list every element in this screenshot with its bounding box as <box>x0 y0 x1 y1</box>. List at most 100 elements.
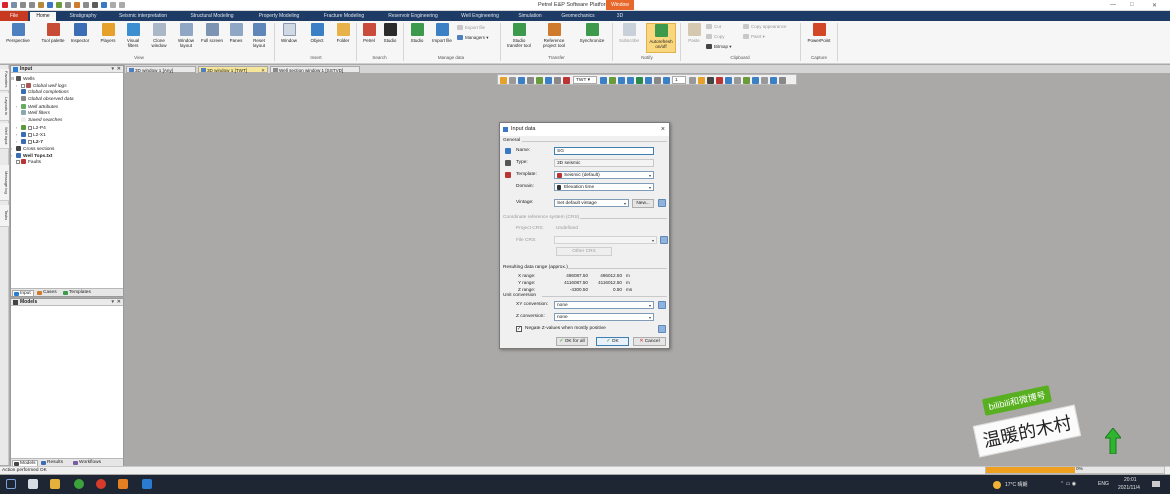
xy-help-icon[interactable] <box>658 301 666 309</box>
app-green-icon[interactable] <box>74 479 84 489</box>
tree-item-well-tops[interactable]: › Well Tops.txt <box>11 152 123 159</box>
subscribe-button[interactable]: Subscribe <box>617 23 641 43</box>
tree-item-saved-searches[interactable]: Saved searches <box>11 117 123 124</box>
paint-button[interactable]: Paint ▾ <box>743 34 765 40</box>
copy-button[interactable]: Copy <box>706 34 725 40</box>
tab-cases[interactable]: Cases <box>36 290 61 296</box>
negate-checkbox[interactable]: ✓ <box>516 326 522 332</box>
checkbox[interactable] <box>21 83 25 88</box>
background-icon[interactable] <box>734 77 741 84</box>
cut-button[interactable]: Cut <box>706 24 721 30</box>
name-input[interactable]: SG <box>554 147 654 155</box>
front-view-icon[interactable] <box>663 77 670 84</box>
side-tab-tasks[interactable]: Tasks <box>0 205 9 227</box>
pin-icon[interactable]: ▾ <box>111 66 114 73</box>
tab-stratigraphy[interactable]: Stratigraphy <box>60 12 106 21</box>
object-button[interactable]: Object <box>305 23 329 43</box>
tab-seismic-interpretation[interactable]: Seismic interpretation <box>110 12 176 21</box>
export-view-icon[interactable] <box>770 77 777 84</box>
players-button[interactable]: Players <box>96 23 120 43</box>
inspector-button[interactable]: Inspector <box>68 23 92 43</box>
powerpoint-button[interactable]: PowerPoint <box>804 23 834 43</box>
pick-icon[interactable] <box>563 77 570 84</box>
clone-window-button[interactable]: Clone window <box>147 23 171 48</box>
reset-layout-button[interactable]: Reset layout <box>247 23 271 48</box>
tree-item-l2-7[interactable]: › L2-7 <box>11 138 123 145</box>
negate-help-icon[interactable] <box>658 325 666 333</box>
start-icon[interactable] <box>6 479 16 489</box>
eye-icon[interactable] <box>618 77 625 84</box>
doc-tab-3d-any[interactable]: 3D window 1 [Any] <box>126 66 196 73</box>
vintage-select[interactable]: Set default vintage ▾ <box>554 199 629 207</box>
axis-icon[interactable] <box>600 77 607 84</box>
grid-icon[interactable] <box>725 77 732 84</box>
crs-help-icon[interactable] <box>660 236 668 244</box>
panes-button[interactable]: Panes <box>224 23 248 43</box>
perspective-button[interactable]: Perspective <box>6 23 30 43</box>
domain-select[interactable]: TWT ▾ <box>573 76 597 84</box>
doc-tab-3d-twt[interactable]: 3D window 1 [TWT] ✕ <box>198 66 268 73</box>
tray-icons[interactable]: ⌃ ▭ ◉ <box>1060 481 1076 487</box>
tab-property-modeling[interactable]: Property Modeling <box>248 12 310 21</box>
tab-templates[interactable]: Templates <box>62 290 100 296</box>
tree-item-wells[interactable]: ⊟ Wells <box>11 75 123 82</box>
ok-button[interactable]: ✓ OK <box>596 337 629 346</box>
measure-icon[interactable] <box>554 77 561 84</box>
tab-home[interactable]: Home <box>30 12 56 21</box>
export-file-button[interactable]: Export file <box>457 25 485 31</box>
tab-input[interactable]: Input <box>12 290 34 296</box>
notification-icon[interactable] <box>1152 481 1160 487</box>
window-layout-button[interactable]: Window layout <box>174 23 198 48</box>
fit-icon[interactable] <box>636 77 643 84</box>
pointer-icon[interactable] <box>509 77 516 84</box>
home-view-icon[interactable] <box>627 77 634 84</box>
zoom-icon[interactable] <box>527 77 534 84</box>
camera-icon[interactable] <box>707 77 714 84</box>
north-icon[interactable] <box>609 77 616 84</box>
tree-item-global-completions[interactable]: Global completions <box>11 89 123 96</box>
template-select[interactable]: Seismic (default) ▾ <box>554 171 654 179</box>
side-tab-favorites[interactable]: Favorites <box>0 69 9 91</box>
pin-icon[interactable]: ▾ <box>111 299 114 306</box>
tab-file[interactable]: File <box>0 11 28 21</box>
dialog-close-icon[interactable]: × <box>661 123 665 136</box>
panel-close-icon[interactable]: ✕ <box>117 299 121 306</box>
close-button[interactable]: ✕ <box>1152 2 1157 9</box>
paste-button[interactable]: Paste <box>682 23 706 43</box>
reference-project-button[interactable]: Reference project tool <box>538 23 570 48</box>
studio-manage-button[interactable]: Studio <box>405 23 429 43</box>
context-tab-window[interactable]: Window <box>606 0 634 10</box>
tree-item-faults[interactable]: Faults <box>11 159 123 166</box>
tab-well-engineering[interactable]: Well Engineering <box>452 12 508 21</box>
minimize-button[interactable]: — <box>1110 2 1116 8</box>
full-screen-button[interactable]: Full screen <box>200 23 224 43</box>
visual-filters-button[interactable]: Visual filters <box>121 23 145 48</box>
view-icon[interactable] <box>545 77 552 84</box>
tree-item-global-well-logs[interactable]: › Global well logs <box>11 82 123 89</box>
z-conversion-select[interactable]: none ▾ <box>554 313 654 321</box>
tree-item-global-observed[interactable]: Global observed data <box>11 96 123 103</box>
tree-item-l2-x1[interactable]: › L2-X1 <box>11 131 123 138</box>
tree-item-well-filters[interactable]: Well filters <box>11 110 123 117</box>
tree-item-l2-p4[interactable]: › L2-P4 <box>11 124 123 131</box>
light-icon[interactable] <box>698 77 705 84</box>
folder-button[interactable]: Folder <box>331 23 355 43</box>
tab-reservoir-engineering[interactable]: Reservoir Engineering <box>378 12 448 21</box>
tab-geomechanics[interactable]: Geomechanics <box>554 12 602 21</box>
display-icon[interactable] <box>761 77 768 84</box>
tree-item-cross-sections[interactable]: › Cross sections <box>11 145 123 152</box>
panel-close-icon[interactable]: ✕ <box>117 66 121 73</box>
record-icon[interactable] <box>716 77 723 84</box>
copy-appearance-button[interactable]: Copy appearance <box>743 24 787 30</box>
side-tab-well-input[interactable]: Well input <box>0 123 9 149</box>
select-icon[interactable] <box>500 77 507 84</box>
autorefresh-button[interactable]: Autorefresh on/off <box>646 23 676 53</box>
xy-conversion-select[interactable]: none ▾ <box>554 301 654 309</box>
side-view-icon[interactable] <box>654 77 661 84</box>
side-tab-message-log[interactable]: Message log <box>0 165 9 201</box>
tree-item-well-attributes[interactable]: › Well attributes <box>11 103 123 110</box>
scale-icon[interactable] <box>689 77 696 84</box>
cancel-button[interactable]: ✕ Cancel <box>633 337 666 346</box>
domain-select[interactable]: Elevation time ▾ <box>554 183 654 191</box>
pan-icon[interactable] <box>518 77 525 84</box>
